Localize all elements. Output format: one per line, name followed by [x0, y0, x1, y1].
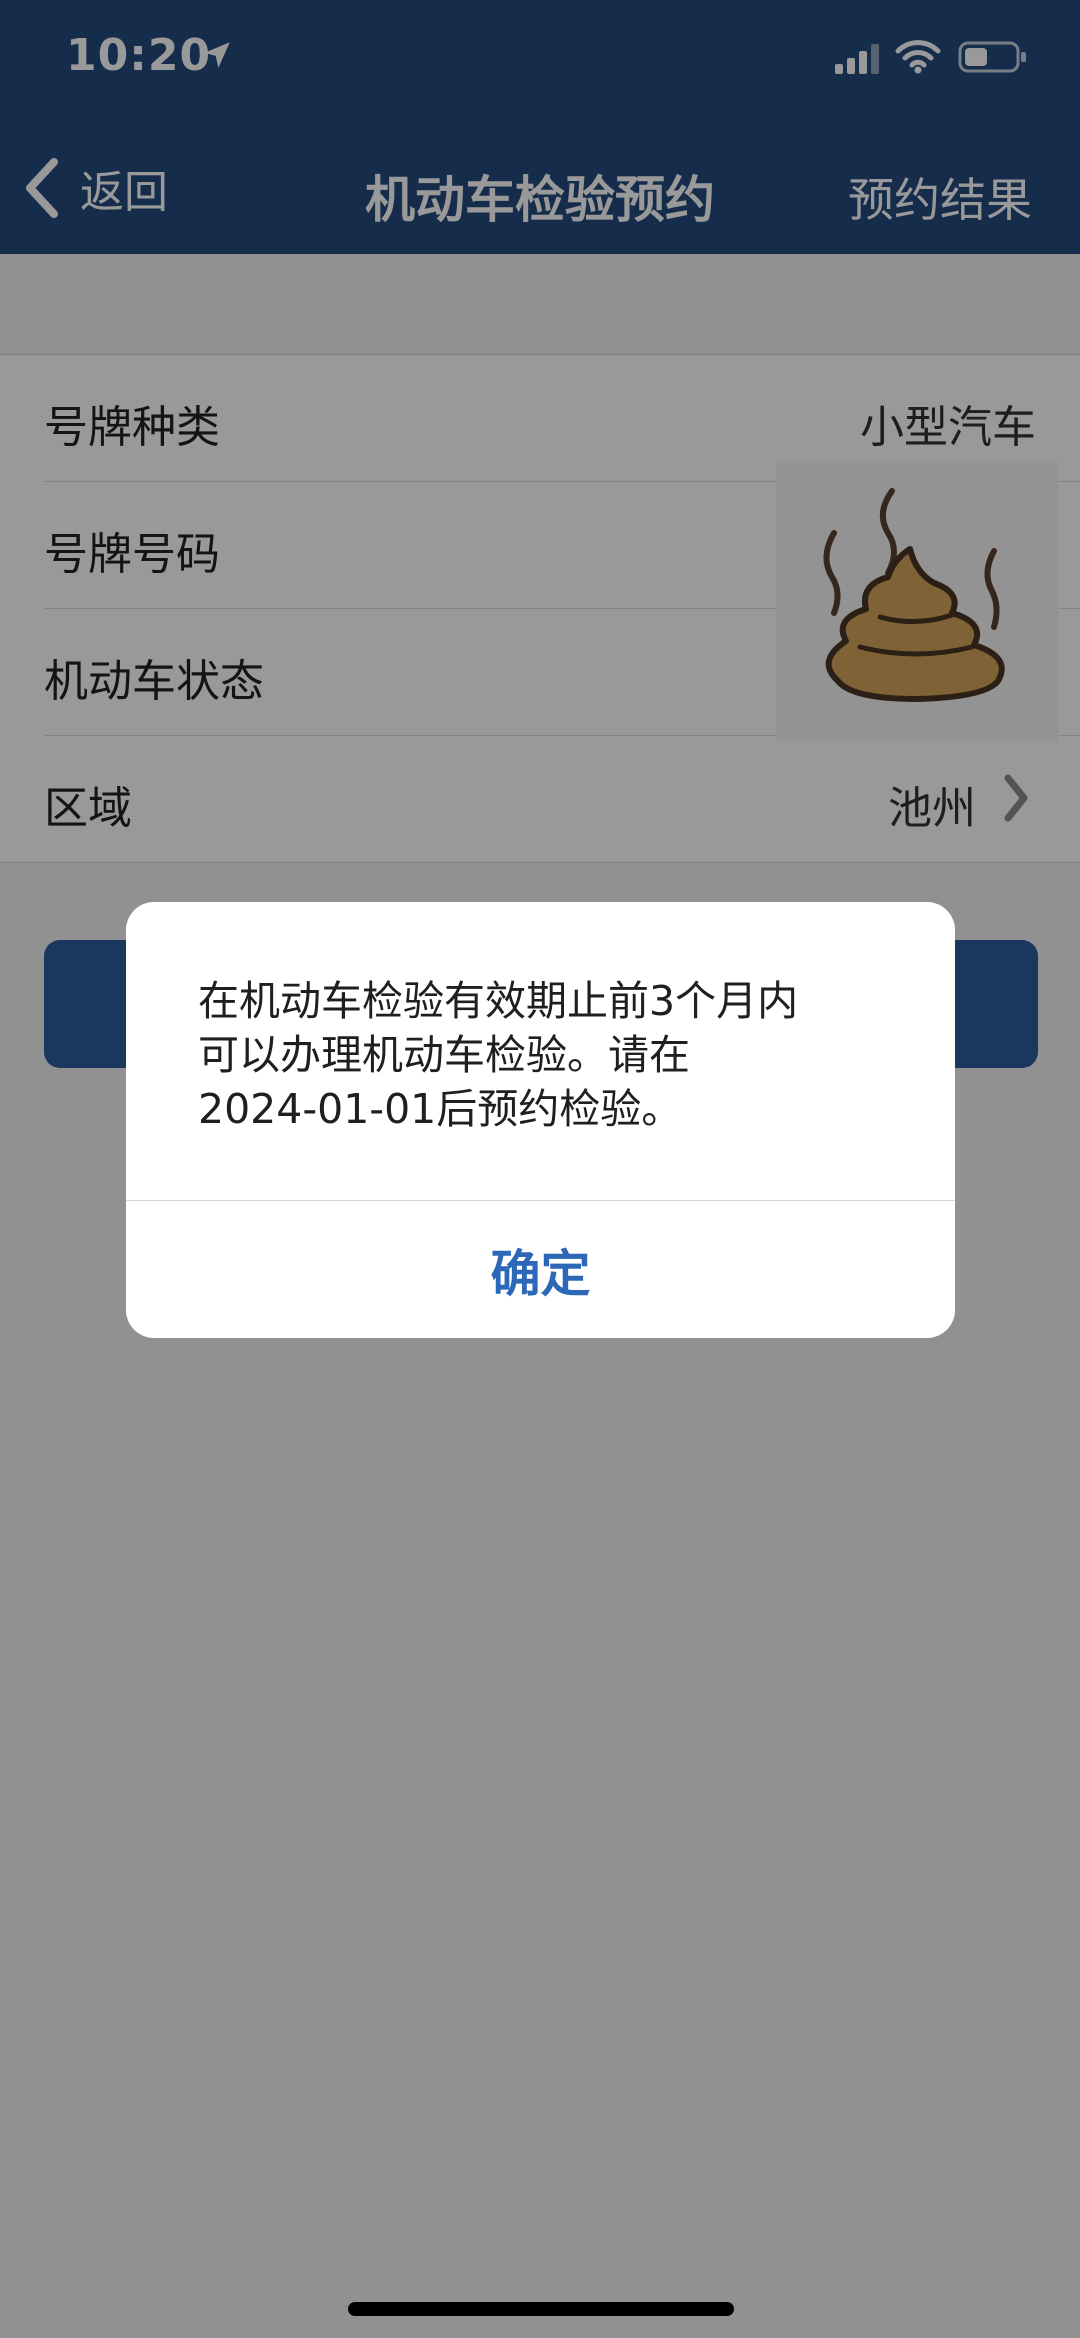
- alert-message-line: 可以办理机动车检验。请在: [198, 1031, 690, 1079]
- alert-message-line: 在机动车检验有效期止前3个月内: [198, 977, 799, 1025]
- confirm-button[interactable]: 确定: [126, 1201, 955, 1338]
- alert-dialog: 在机动车检验有效期止前3个月内 可以办理机动车检验。请在 2024-01-01后…: [126, 902, 955, 1338]
- alert-message: 在机动车检验有效期止前3个月内 可以办理机动车检验。请在 2024-01-01后…: [198, 974, 898, 1136]
- home-indicator[interactable]: [348, 2302, 734, 2316]
- alert-message-line: 2024-01-01后预约检验。: [198, 1085, 683, 1133]
